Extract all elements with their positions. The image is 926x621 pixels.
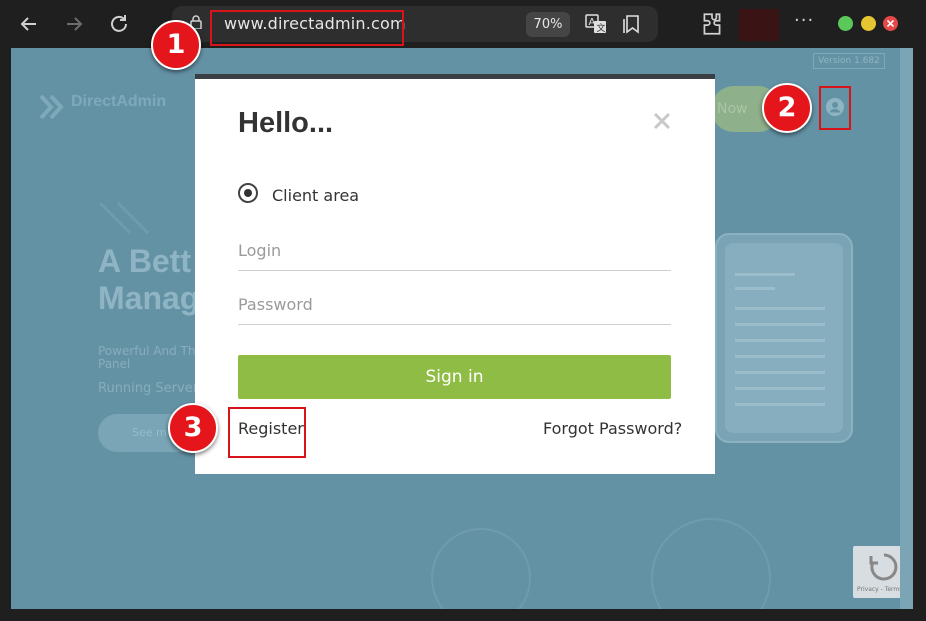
zoom-level[interactable]: 70% — [526, 12, 570, 37]
annotation-badge-1: 1 — [151, 20, 201, 70]
bottom-strip — [0, 609, 926, 621]
hero-paragraph: Powerful And Th Panel — [98, 345, 195, 371]
back-arrow-icon[interactable] — [17, 12, 41, 36]
user-account-button[interactable] — [819, 86, 851, 130]
modal-title: Hello... — [238, 107, 334, 139]
more-icon[interactable]: ··· — [794, 10, 814, 31]
hero-headline-line1: A Bett — [98, 243, 192, 279]
hero-paragraph-2: Running Server — [98, 381, 199, 396]
radio-selected-dot — [244, 189, 252, 197]
device-screen — [725, 243, 843, 433]
password-input[interactable] — [238, 285, 671, 325]
browser-toolbar: www.directadmin.com 70% A文 ··· — [0, 0, 926, 48]
forgot-password-link[interactable]: Forgot Password? — [543, 419, 682, 438]
login-input[interactable] — [238, 231, 671, 271]
annotation-badge-3: 3 — [168, 403, 218, 453]
user-account-icon[interactable] — [825, 97, 845, 117]
page-scrollbar[interactable] — [900, 48, 913, 609]
translate-icon[interactable]: A文 — [584, 12, 608, 36]
screen-line — [735, 355, 825, 358]
annotation-badge-2: 2 — [762, 83, 812, 133]
hero-headline: A Bett Manag — [98, 243, 199, 317]
decorative-cloud — [651, 518, 771, 609]
register-link[interactable]: Register — [238, 419, 304, 438]
address-bar[interactable]: www.directadmin.com 70% A文 — [172, 6, 658, 46]
hero-paragraph-line2: Panel — [98, 357, 131, 371]
extensions-icon[interactable] — [699, 11, 725, 37]
device-illustration-phone — [715, 233, 853, 443]
maximize-window-icon[interactable] — [838, 16, 853, 31]
decorative-cloud — [431, 528, 531, 609]
reading-list-icon[interactable] — [621, 12, 645, 36]
close-window-icon[interactable] — [883, 16, 898, 31]
close-icon[interactable] — [650, 109, 674, 133]
sign-in-button[interactable]: Sign in — [238, 355, 671, 399]
screen-line — [735, 273, 795, 276]
screen-line — [735, 323, 825, 326]
screen-line — [735, 339, 825, 342]
profile-avatar[interactable] — [739, 9, 779, 41]
client-area-label[interactable]: Client area — [272, 186, 359, 205]
screen-line — [735, 403, 825, 406]
forward-arrow-icon[interactable] — [62, 12, 86, 36]
screen-line — [735, 287, 775, 290]
screen-line — [735, 371, 825, 374]
directadmin-logo-icon — [39, 94, 64, 120]
reload-icon[interactable] — [107, 12, 131, 36]
screen-line — [735, 307, 825, 310]
version-label: Version 1.682 — [813, 53, 885, 69]
recaptcha-text[interactable]: Privacy - Terms — [857, 586, 902, 593]
hero-headline-line2: Manag — [98, 280, 200, 316]
decorative-shape-icon — [98, 201, 150, 235]
url-highlight-box — [210, 10, 404, 46]
svg-text:文: 文 — [597, 22, 606, 34]
login-modal: Hello... Client area Sign in Register Fo… — [195, 79, 715, 474]
site-logo: DirectAdmin — [71, 93, 167, 110]
screen-line — [735, 387, 825, 390]
recaptcha-icon — [869, 553, 898, 581]
minimize-window-icon[interactable] — [861, 16, 876, 31]
client-area-radio[interactable] — [238, 183, 258, 203]
